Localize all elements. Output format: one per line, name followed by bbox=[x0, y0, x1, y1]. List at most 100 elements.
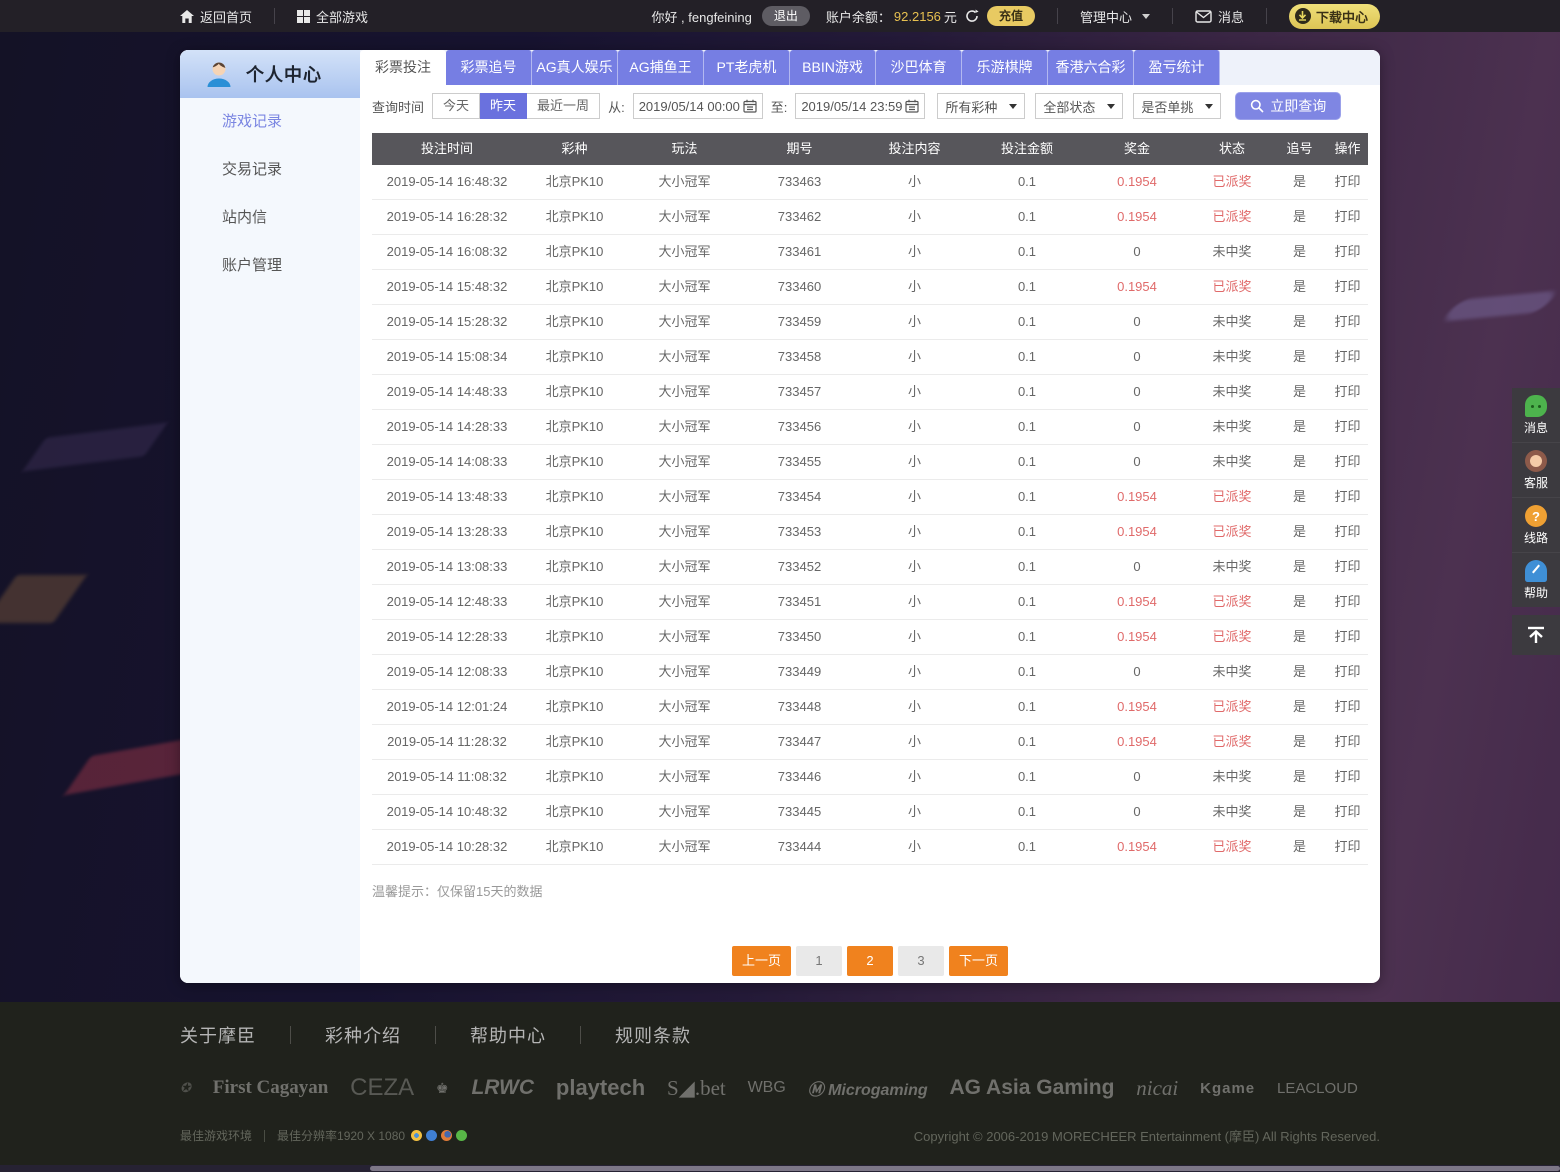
lottery-name: 北京PK10 bbox=[522, 795, 627, 829]
status-badge: 已派奖 bbox=[1192, 830, 1272, 864]
print-link[interactable]: 打印 bbox=[1327, 375, 1368, 409]
print-link[interactable]: 打印 bbox=[1327, 830, 1368, 864]
calendar-icon[interactable] bbox=[743, 99, 757, 113]
tab[interactable]: 彩票追号 bbox=[446, 50, 532, 85]
scrollbar-thumb[interactable] bbox=[370, 1166, 1560, 1171]
greeting-text: 你好 , fengfeining bbox=[651, 7, 751, 26]
bet-time: 2019-05-14 15:08:34 bbox=[372, 340, 522, 374]
chase-flag: 是 bbox=[1272, 655, 1327, 689]
table-row: 2019-05-14 16:28:32 北京PK10 大小冠军 733462 小… bbox=[372, 200, 1368, 235]
print-link[interactable]: 打印 bbox=[1327, 690, 1368, 724]
table-row: 2019-05-14 15:08:34 北京PK10 大小冠军 733458 小… bbox=[372, 340, 1368, 375]
play-type: 大小冠军 bbox=[627, 235, 742, 269]
print-link[interactable]: 打印 bbox=[1327, 305, 1368, 339]
print-link[interactable]: 打印 bbox=[1327, 235, 1368, 269]
tab[interactable]: 彩票投注 bbox=[360, 50, 446, 85]
status-badge: 已派奖 bbox=[1192, 585, 1272, 619]
issue-number: 733454 bbox=[742, 480, 857, 514]
float-messages[interactable]: 消息 bbox=[1512, 388, 1560, 443]
tab[interactable]: 盈亏统计 bbox=[1134, 50, 1220, 85]
sidebar-menu: 游戏记录 交易记录 站内信 账户管理 bbox=[180, 98, 360, 290]
from-date-input[interactable]: 2019/05/14 00:00 bbox=[633, 93, 763, 119]
tab[interactable]: 沙巴体育 bbox=[876, 50, 962, 85]
print-link[interactable]: 打印 bbox=[1327, 620, 1368, 654]
filter-select[interactable]: 是否单挑 bbox=[1133, 93, 1221, 119]
bet-time: 2019-05-14 16:28:32 bbox=[372, 200, 522, 234]
tab[interactable]: PT老虎机 bbox=[704, 50, 790, 85]
play-type: 大小冠军 bbox=[627, 830, 742, 864]
print-link[interactable]: 打印 bbox=[1327, 585, 1368, 619]
home-link[interactable]: 返回首页 bbox=[180, 7, 252, 26]
prize-amount: 0 bbox=[1082, 305, 1192, 339]
page-button[interactable]: 1 bbox=[796, 946, 842, 976]
tab[interactable]: AG捕鱼王 bbox=[618, 50, 704, 85]
query-button[interactable]: 立即查询 bbox=[1235, 92, 1341, 120]
float-help[interactable]: 帮助 bbox=[1512, 553, 1560, 607]
horizontal-scrollbar[interactable] bbox=[0, 1165, 1560, 1172]
print-link[interactable]: 打印 bbox=[1327, 270, 1368, 304]
footer-link-rules[interactable]: 规则条款 bbox=[615, 1022, 691, 1048]
print-link[interactable]: 打印 bbox=[1327, 550, 1368, 584]
float-lines[interactable]: ? 线路 bbox=[1512, 498, 1560, 553]
next-page-button[interactable]: 下一页 bbox=[949, 946, 1008, 976]
issue-number: 733463 bbox=[742, 165, 857, 199]
print-link[interactable]: 打印 bbox=[1327, 515, 1368, 549]
admin-center-menu[interactable]: 管理中心 bbox=[1080, 7, 1150, 26]
filter-select[interactable]: 所有彩种 bbox=[937, 93, 1025, 119]
bet-content: 小 bbox=[857, 340, 972, 374]
to-date-input[interactable]: 2019/05/14 23:59 bbox=[795, 93, 925, 119]
download-center-label: 下载中心 bbox=[1316, 7, 1368, 26]
prize-amount: 0.1954 bbox=[1082, 585, 1192, 619]
sidebar-item[interactable]: 站内信 bbox=[180, 194, 360, 242]
calendar-icon[interactable] bbox=[905, 99, 919, 113]
avatar bbox=[204, 59, 234, 89]
sidebar-item[interactable]: 交易记录 bbox=[180, 146, 360, 194]
print-link[interactable]: 打印 bbox=[1327, 795, 1368, 829]
chase-flag: 是 bbox=[1272, 550, 1327, 584]
filter-select[interactable]: 全部状态 bbox=[1035, 93, 1123, 119]
topbar: 返回首页 全部游戏 你好 , fengfeining 退出 账户余额： 92.2… bbox=[0, 0, 1560, 32]
print-link[interactable]: 打印 bbox=[1327, 445, 1368, 479]
all-games-link[interactable]: 全部游戏 bbox=[297, 7, 368, 26]
chevron-down-icon bbox=[1107, 104, 1115, 109]
print-link[interactable]: 打印 bbox=[1327, 655, 1368, 689]
print-link[interactable]: 打印 bbox=[1327, 480, 1368, 514]
refresh-icon[interactable] bbox=[965, 9, 979, 23]
quick-range-button[interactable]: 最近一周 bbox=[527, 93, 600, 119]
print-link[interactable]: 打印 bbox=[1327, 165, 1368, 199]
footer-link-lottery-intro[interactable]: 彩种介绍 bbox=[325, 1022, 401, 1048]
bet-amount: 0.1 bbox=[972, 235, 1082, 269]
footer-link-help-center[interactable]: 帮助中心 bbox=[470, 1022, 546, 1048]
print-link[interactable]: 打印 bbox=[1327, 410, 1368, 444]
sidebar-item[interactable]: 游戏记录 bbox=[180, 98, 360, 146]
float-customer-service[interactable]: 客服 bbox=[1512, 443, 1560, 498]
tab[interactable]: BBIN游戏 bbox=[790, 50, 876, 85]
tab[interactable]: 香港六合彩 bbox=[1048, 50, 1134, 85]
play-type: 大小冠军 bbox=[627, 445, 742, 479]
logout-button[interactable]: 退出 bbox=[762, 6, 810, 26]
bet-time: 2019-05-14 10:28:32 bbox=[372, 830, 522, 864]
quick-range-button[interactable]: 昨天 bbox=[480, 93, 527, 119]
browser-icons bbox=[411, 1130, 467, 1141]
quick-range-button[interactable]: 今天 bbox=[432, 93, 480, 119]
lottery-name: 北京PK10 bbox=[522, 515, 627, 549]
recharge-button[interactable]: 充值 bbox=[987, 6, 1035, 26]
bet-time: 2019-05-14 14:28:33 bbox=[372, 410, 522, 444]
print-link[interactable]: 打印 bbox=[1327, 725, 1368, 759]
sidebar-item[interactable]: 账户管理 bbox=[180, 242, 360, 290]
tab[interactable]: 乐游棋牌 bbox=[962, 50, 1048, 85]
page-button[interactable]: 2 bbox=[847, 946, 893, 976]
tab[interactable]: AG真人娱乐 bbox=[532, 50, 618, 85]
back-to-top-button[interactable] bbox=[1512, 615, 1560, 655]
page-buttons: 1 2 3 bbox=[796, 946, 944, 976]
print-link[interactable]: 打印 bbox=[1327, 760, 1368, 794]
print-link[interactable]: 打印 bbox=[1327, 200, 1368, 234]
prize-amount: 0 bbox=[1082, 795, 1192, 829]
bet-content: 小 bbox=[857, 515, 972, 549]
page-button[interactable]: 3 bbox=[898, 946, 944, 976]
messages-link[interactable]: 消息 bbox=[1195, 7, 1244, 26]
download-center-button[interactable]: 下载中心 bbox=[1289, 4, 1380, 29]
footer-link-about[interactable]: 关于摩臣 bbox=[180, 1022, 256, 1048]
print-link[interactable]: 打印 bbox=[1327, 340, 1368, 374]
prev-page-button[interactable]: 上一页 bbox=[732, 946, 791, 976]
